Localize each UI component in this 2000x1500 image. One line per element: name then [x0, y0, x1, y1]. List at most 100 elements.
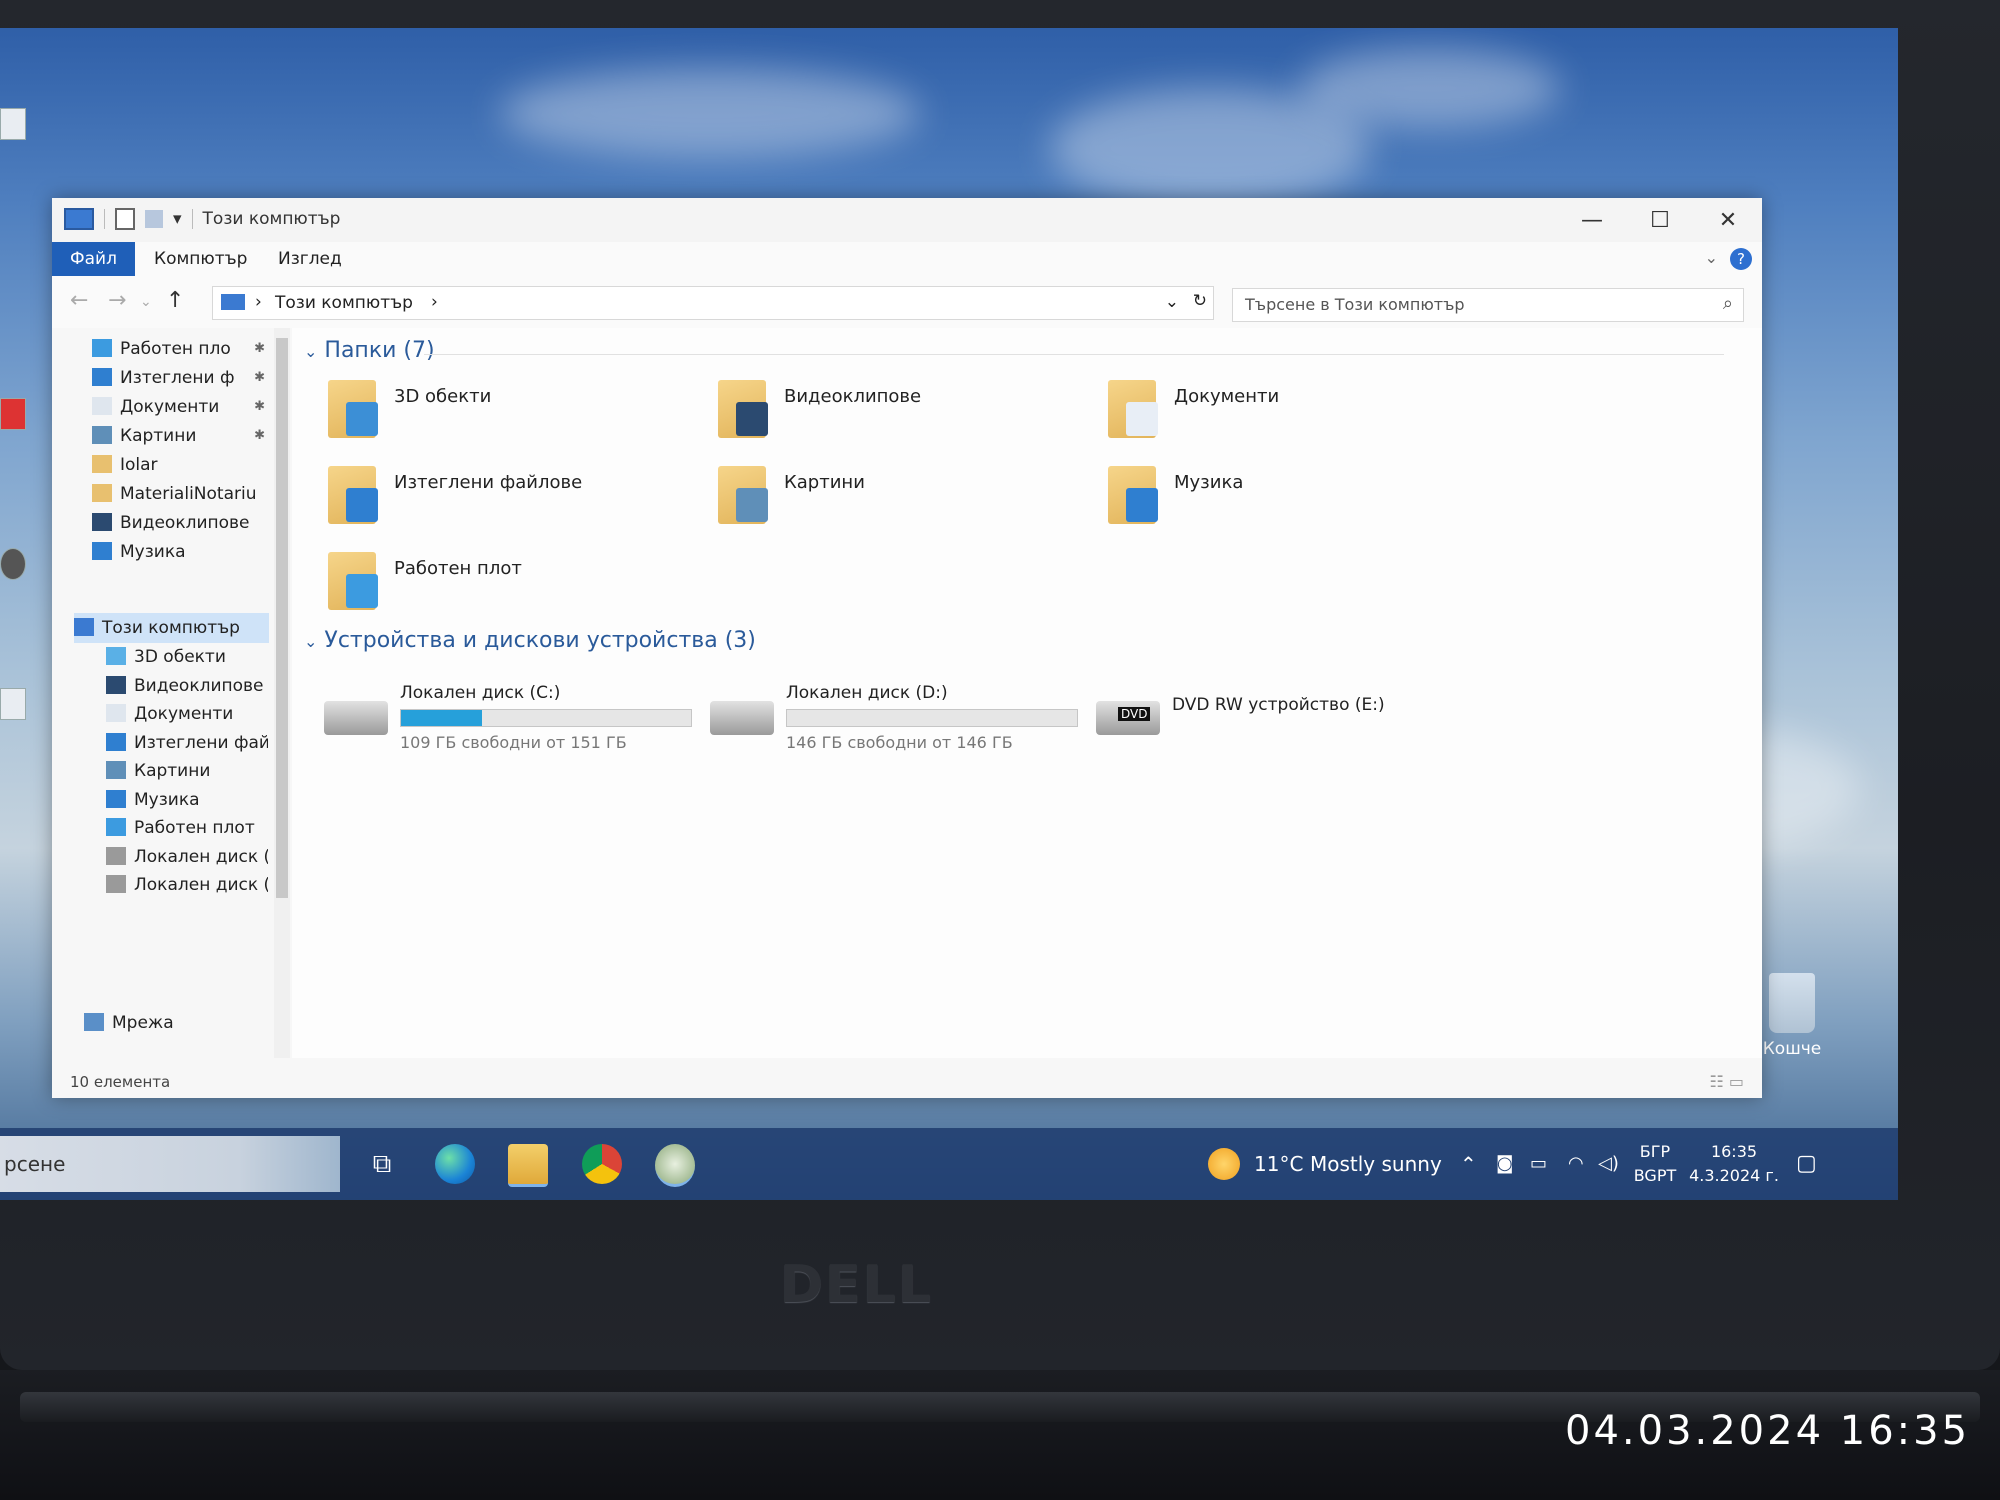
navigation-scrollbar[interactable] — [274, 328, 290, 1058]
sidebar-item-label: Видеоклипове — [120, 513, 250, 533]
sidebar-item-this-pc-child[interactable]: Работен плот — [106, 813, 268, 843]
breadcrumb-chevron-icon[interactable]: › — [431, 292, 438, 312]
title-bar[interactable]: ▾ Този компютър — ☐ ✕ — [52, 198, 1762, 242]
sidebar-item-this-pc-child[interactable]: Картини — [106, 756, 268, 786]
breadcrumb-chevron-icon[interactable]: › — [255, 292, 262, 312]
show-hidden-icons-chevron-icon[interactable]: ⌃ — [1460, 1128, 1477, 1200]
sidebar-item-quick-access[interactable]: Видеоклипове — [92, 508, 267, 538]
app-taskbar-icon[interactable] — [655, 1144, 695, 1187]
sidebar-item-this-pc-child[interactable]: 3D обекти — [106, 642, 268, 672]
pin-icon[interactable]: ✱ — [254, 421, 265, 451]
sidebar-item-this-pc-child[interactable]: Музика — [106, 785, 268, 815]
up-arrow-icon[interactable]: ↑ — [166, 288, 184, 313]
folder-tile[interactable]: Музика — [1108, 466, 1488, 536]
customize-toolbar-icon[interactable]: ▾ — [173, 209, 182, 229]
address-dropdown-icon[interactable]: ⌄ — [1165, 292, 1179, 312]
recycle-bin[interactable]: Кошче — [1752, 973, 1832, 1059]
notifications-icon[interactable]: ▢ — [1796, 1128, 1817, 1200]
folder-tile[interactable]: Изтеглени файлове — [328, 466, 708, 536]
view-toggle-icons[interactable]: ☷ ▭ — [1709, 1072, 1744, 1091]
chrome-browser-icon[interactable] — [582, 1144, 622, 1184]
language-indicator[interactable]: БГР BGPT — [1632, 1140, 1678, 1188]
sidebar-item-quick-access[interactable]: MaterialiNotariu — [92, 479, 267, 509]
drive-tile[interactable]: Локален диск (C:) 109 ГБ свободни от 151 … — [324, 683, 704, 763]
folder-tile[interactable]: Документи — [1108, 380, 1488, 450]
sidebar-item-quick-access[interactable]: Музика — [92, 537, 267, 567]
camera-icon[interactable]: ◙ — [1496, 1128, 1513, 1200]
properties-icon[interactable] — [115, 208, 135, 230]
breadcrumb[interactable]: Този компютър — [275, 293, 413, 313]
drive-tile[interactable]: Локален диск (D:) 146 ГБ свободни от 146 … — [710, 683, 1090, 763]
videos-icon — [106, 675, 126, 694]
tab-computer[interactable]: Компютър — [136, 242, 265, 276]
wifi-icon[interactable]: ◠ — [1568, 1128, 1584, 1200]
taskbar-search-box[interactable]: рсене — [0, 1136, 340, 1192]
folder-tile[interactable]: Картини — [718, 466, 1098, 536]
music-folder-icon — [1108, 466, 1158, 524]
folders-group-header[interactable]: ⌄ Папки (7) — [304, 338, 1724, 363]
sidebar-item-quick-access[interactable]: Изтеглени ф ✱ — [92, 363, 267, 393]
pin-icon[interactable]: ✱ — [254, 334, 265, 364]
battery-icon[interactable]: ▭ — [1530, 1128, 1547, 1200]
desktop-pdf-icon[interactable] — [0, 398, 36, 430]
drive-icon — [106, 846, 126, 865]
pin-icon[interactable]: ✱ — [254, 363, 265, 393]
back-arrow-icon[interactable]: ← — [70, 288, 88, 313]
sidebar-item-this-pc-child[interactable]: Локален диск (C — [106, 842, 268, 872]
folder-badge — [736, 402, 768, 436]
expand-ribbon-icon[interactable]: ⌄ — [1705, 248, 1718, 267]
folder-tile[interactable]: Видеоклипове — [718, 380, 1098, 450]
pin-icon[interactable]: ✱ — [254, 392, 265, 422]
sidebar-item-this-pc-child[interactable]: Документи — [106, 699, 268, 729]
edge-browser-icon[interactable] — [435, 1144, 475, 1184]
sidebar-item-quick-access[interactable]: Картини ✱ — [92, 421, 267, 451]
folder-badge — [346, 488, 378, 522]
minimize-button[interactable]: — — [1558, 198, 1626, 242]
file-explorer-taskbar-icon[interactable] — [508, 1144, 548, 1187]
sidebar-item-quick-access[interactable]: Работен пло ✱ — [92, 334, 267, 364]
folder-label: Музика — [1174, 472, 1244, 493]
desktop-app-icon[interactable] — [0, 548, 36, 580]
desktop-document-icon[interactable] — [0, 688, 36, 720]
sidebar-item-label: Картини — [120, 426, 197, 446]
desktop-file-icon[interactable] — [0, 108, 36, 140]
collapse-chevron-icon[interactable]: ⌄ — [304, 342, 317, 361]
weather-icon[interactable] — [1208, 1148, 1240, 1180]
weather-description[interactable]: Mostly sunny — [1310, 1128, 1442, 1200]
new-folder-icon[interactable] — [145, 210, 163, 228]
sidebar-item-label: Документи — [134, 704, 234, 724]
collapse-chevron-icon[interactable]: ⌄ — [304, 632, 317, 651]
forward-arrow-icon[interactable]: → — [108, 288, 126, 313]
sidebar-item-quick-access[interactable]: Iolar — [92, 450, 267, 480]
folder-tile[interactable]: Работен плот — [328, 552, 708, 622]
sidebar-item-quick-access[interactable]: Документи ✱ — [92, 392, 267, 422]
sidebar-item-this-pc[interactable]: Този компютър — [74, 613, 269, 643]
sidebar-item-label: Работен пло — [120, 339, 231, 359]
tab-file[interactable]: Файл — [52, 242, 135, 276]
volume-icon[interactable]: ◁) — [1598, 1128, 1619, 1200]
folder-tile[interactable]: 3D обекти — [328, 380, 708, 450]
sidebar-item-network[interactable]: Мрежа — [84, 1008, 259, 1038]
recent-locations-icon[interactable]: ⌄ — [140, 294, 152, 310]
refresh-icon[interactable]: ↻ — [1193, 291, 1207, 311]
scrollbar-thumb[interactable] — [276, 338, 288, 898]
maximize-button[interactable]: ☐ — [1626, 198, 1694, 242]
search-icon[interactable]: ⌕ — [1723, 293, 1733, 314]
drive-usage-bar — [400, 709, 692, 727]
sidebar-item-this-pc-child[interactable]: Изтеглени файл — [106, 728, 268, 758]
sidebar-item-label: Мрежа — [112, 1013, 174, 1033]
tab-view[interactable]: Изглед — [260, 242, 360, 276]
sidebar-item-this-pc-child[interactable]: Видеоклипове — [106, 671, 268, 701]
task-view-icon[interactable]: ⧉ — [362, 1144, 402, 1184]
sidebar-item-this-pc-child[interactable]: Локален диск (D — [106, 870, 268, 900]
drive-tile[interactable]: DVD DVD RW устройство (E:) — [1096, 683, 1476, 763]
weather-temperature[interactable]: 11°C — [1254, 1128, 1303, 1200]
taskbar-clock[interactable]: 16:35 4.3.2024 г. — [1688, 1140, 1780, 1188]
address-bar[interactable]: › Този компютър › ⌄ ↻ — [212, 286, 1214, 320]
search-input[interactable]: Търсене в Този компютър ⌕ — [1232, 288, 1744, 322]
help-icon[interactable]: ? — [1730, 248, 1752, 270]
devices-group-header[interactable]: ⌄ Устройства и дискови устройства (3) — [304, 628, 756, 653]
computer-icon — [64, 208, 94, 230]
folder-badge — [1126, 488, 1158, 522]
close-button[interactable]: ✕ — [1694, 198, 1762, 242]
